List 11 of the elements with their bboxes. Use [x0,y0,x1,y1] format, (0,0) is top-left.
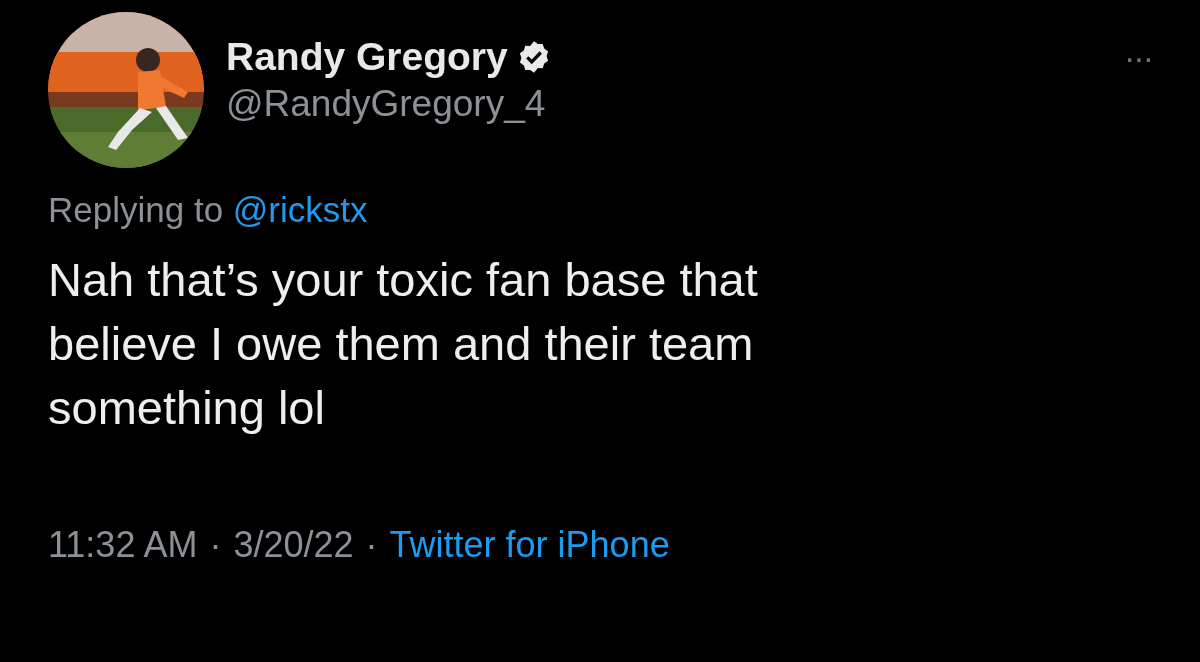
author-handle[interactable]: @RandyGregory_4 [226,83,552,125]
mention-link[interactable]: @rickstx [232,190,368,229]
separator-dot: · [365,524,378,566]
reply-context: Replying to @rickstx [48,190,369,230]
author-name[interactable]: Randy Gregory [226,35,508,79]
separator-dot: · [209,524,222,566]
timestamp-text: 3/20/22 [233,524,354,566]
source-link[interactable]: Twitter for iPhone [389,524,670,566]
timestamp-text: 11:32 AM [48,524,198,566]
tweet-text: Nah that’s your toxic fan base that believe I owe them and their team something lol [48,252,759,436]
more-options-icon[interactable]: ··· [1124,38,1152,77]
